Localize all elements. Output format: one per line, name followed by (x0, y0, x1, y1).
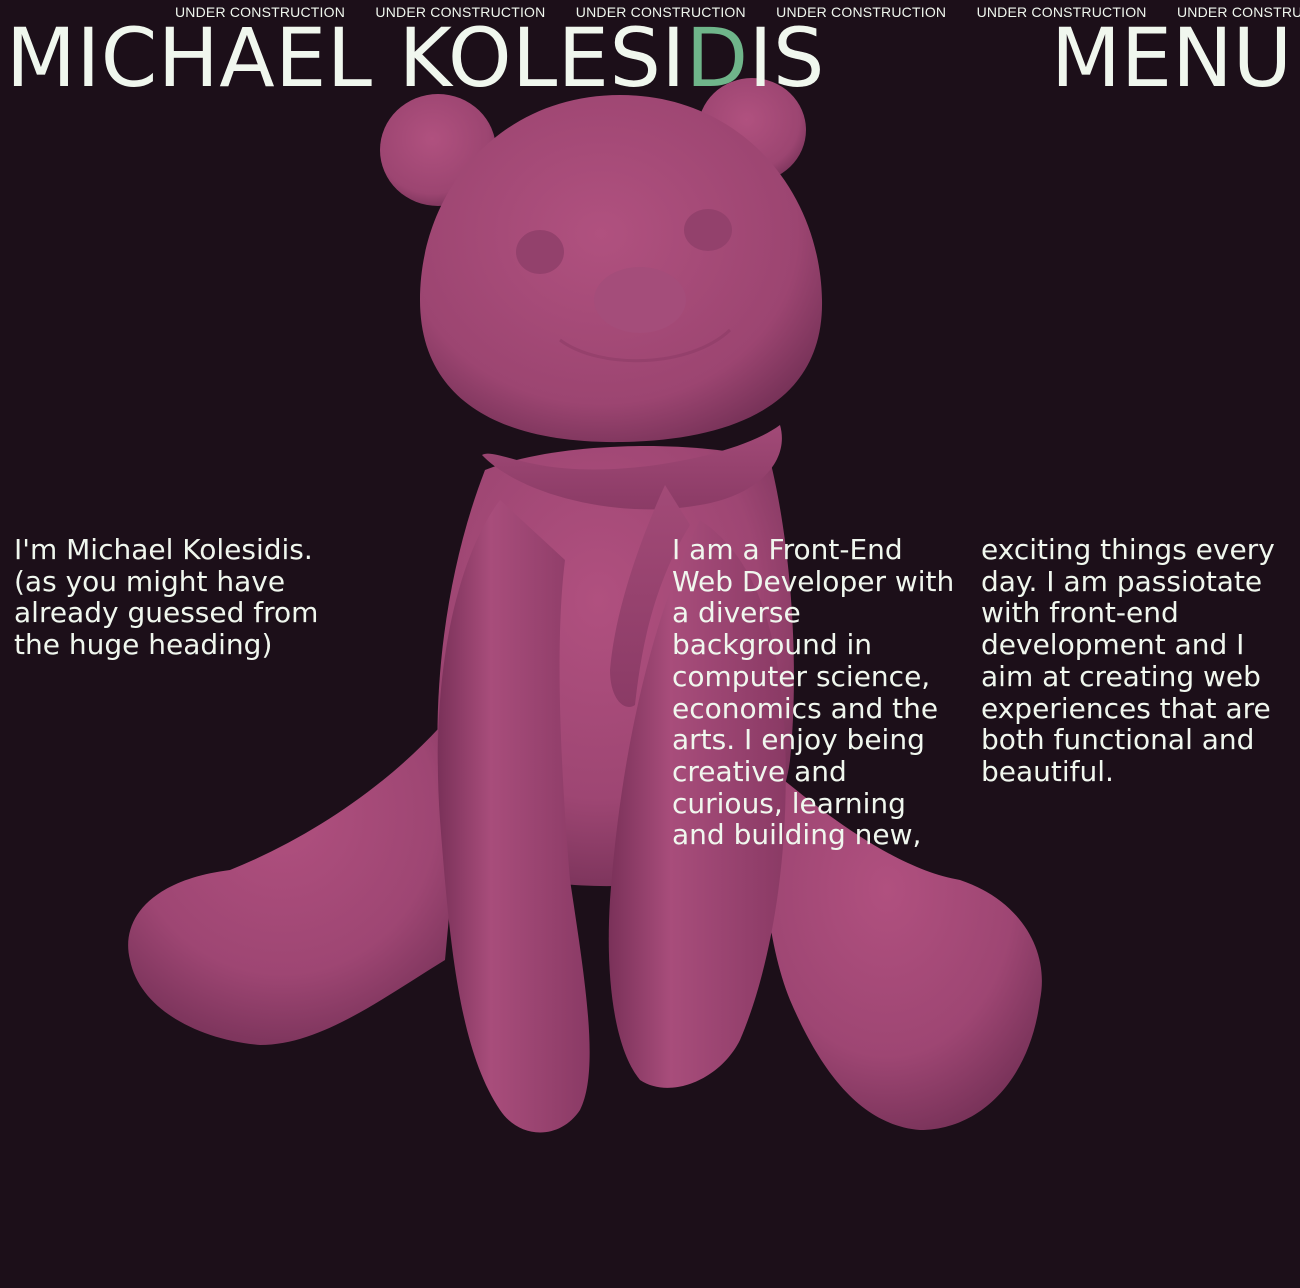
site-title-part: MICHAEL KOLESI (6, 12, 686, 106)
about-text-column-1: I am a Front-End Web Developer with a di… (672, 533, 955, 852)
bear-snout (594, 267, 686, 333)
site-title-accent-letter: D (685, 12, 749, 106)
site-title-part: IS (748, 12, 825, 106)
bear-right-eye (684, 209, 732, 251)
about-text-column-2: exciting things every day. I am passiota… (981, 533, 1275, 788)
bear-left-leg (128, 690, 470, 1045)
menu-button[interactable]: MENU (1051, 16, 1292, 102)
bear-left-eye (516, 230, 564, 274)
site-title[interactable]: MICHAEL KOLESIDIS (6, 16, 825, 102)
about-intro: I'm Michael Kolesidis. (as you might hav… (14, 533, 319, 662)
